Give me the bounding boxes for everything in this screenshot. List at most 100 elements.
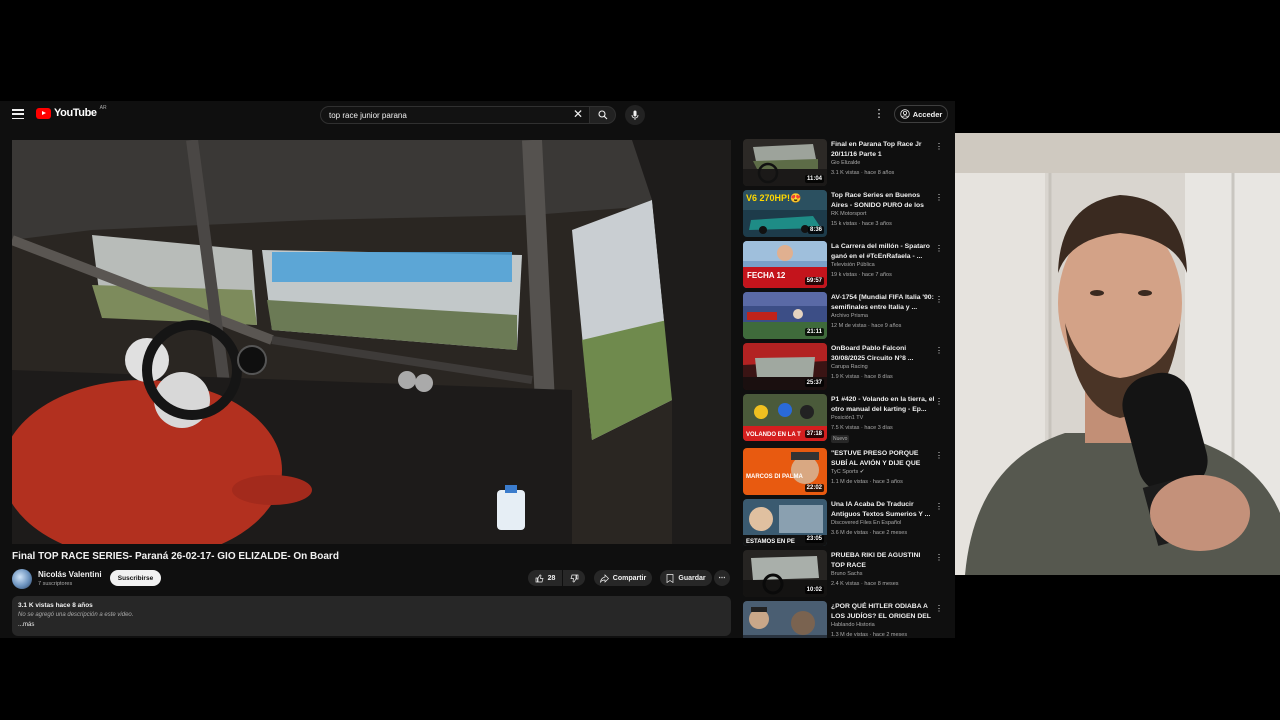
recommendation-title[interactable]: Top Race Series en Buenos Aires - SONIDO…	[831, 191, 935, 210]
channel-subscribers: 7 suscriptores	[38, 581, 73, 587]
recommendation-title[interactable]: AV-1754 [Mundial FIFA Italia '90: semifi…	[831, 293, 935, 312]
video-thumbnail[interactable]: 10:02	[743, 550, 827, 597]
recommendation-title[interactable]: Una IA Acaba De Traducir Antiguos Textos…	[831, 500, 935, 519]
thumbnail-text: V6 270HP!😍	[746, 193, 801, 203]
video-thumbnail[interactable]: 11:04	[743, 139, 827, 186]
subscribe-button[interactable]: Suscribirse	[110, 570, 161, 586]
recommendation-channel[interactable]: TyC Sports ✔	[831, 469, 864, 475]
sign-in-button[interactable]: Acceder	[894, 105, 948, 123]
logo-country: AR	[99, 105, 107, 111]
recommendation-channel[interactable]: Posición1 TV	[831, 415, 863, 421]
video-thumbnail[interactable]: ESTAMOS EN PE 23:05	[743, 499, 827, 546]
microphone-icon	[631, 110, 639, 120]
channel-name[interactable]: Nicolás Valentini	[38, 570, 102, 579]
recommendation-item[interactable]: 11:04 Final en Parana Top Race Jr 20/11/…	[743, 139, 948, 187]
video-duration: 22:02	[804, 484, 824, 492]
recommendation-menu-icon[interactable]: ⋮	[935, 396, 943, 408]
sign-in-label: Acceder	[912, 109, 943, 119]
video-thumbnail[interactable]: 21:11	[743, 292, 827, 339]
like-count: 28	[547, 574, 556, 582]
video-duration: 21:11	[804, 328, 824, 336]
youtube-play-icon	[36, 107, 51, 119]
thumbs-up-icon	[535, 574, 544, 582]
save-label: Guardar	[678, 574, 706, 582]
more-actions-icon[interactable]: ⋯	[714, 570, 730, 586]
clear-search-icon[interactable]: ✕	[571, 107, 585, 121]
logo-text: YouTube	[54, 107, 97, 119]
video-player[interactable]	[12, 140, 731, 544]
recommendation-menu-icon[interactable]: ⋮	[935, 345, 943, 357]
video-thumbnail[interactable]: FECHA 12 59:57	[743, 241, 827, 288]
recommendation-item[interactable]: FECHA 12 59:57 La Carrera del millón - S…	[743, 241, 948, 289]
video-thumbnail[interactable]: MARCOS DI PALMA 22:02	[743, 448, 827, 495]
recommendation-title[interactable]: "ESTUVE PRESO PORQUE SUBÍ AL AVIÓN Y DIJ…	[831, 449, 935, 468]
dislike-button[interactable]	[563, 570, 585, 586]
recommendation-menu-icon[interactable]: ⋮	[935, 141, 943, 153]
recommendation-channel[interactable]: Carupa Racing	[831, 364, 868, 370]
new-badge: Nuevo	[831, 435, 850, 443]
recommendation-item[interactable]: 25:37 OnBoard Pablo Falconi 30/08/2025 C…	[743, 343, 948, 391]
video-frame-cockpit	[12, 140, 731, 544]
youtube-window: YouTube AR ✕ ⋮ Acceder	[0, 101, 955, 638]
recommendation-title[interactable]: La Carrera del millón - Spataro ganó en …	[831, 242, 935, 261]
account-icon	[899, 109, 910, 119]
description-box[interactable]: 3.1 K vistas hace 8 años No se agregó un…	[12, 596, 731, 636]
recommendation-channel[interactable]: Bruno Sachs	[831, 571, 863, 577]
thumbs-down-icon	[570, 574, 578, 582]
recommendation-title[interactable]: OnBoard Pablo Falconi 30/08/2025 Circuit…	[831, 344, 935, 363]
thumbnail-history	[743, 601, 827, 638]
channel-avatar[interactable]	[12, 569, 32, 589]
recommendation-menu-icon[interactable]: ⋮	[935, 552, 943, 564]
recommendation-item[interactable]: 10:02 PRUEBA RIKI DE AGUSTINI TOP RACE B…	[743, 550, 948, 598]
recommendation-menu-icon[interactable]: ⋮	[935, 243, 943, 255]
recommendation-item[interactable]: V6 270HP!😍 8:36 Top Race Series en Bueno…	[743, 190, 948, 238]
hamburger-menu-icon[interactable]	[10, 107, 26, 121]
recommendation-menu-icon[interactable]: ⋮	[935, 450, 943, 462]
recommendation-title[interactable]: P1 #420 - Volando en la tierra, el otro …	[831, 395, 935, 414]
thumbnail-text: MARCOS DI PALMA	[746, 474, 804, 480]
recommendation-title[interactable]: PRUEBA RIKI DE AGUSTINI TOP RACE	[831, 551, 935, 570]
voice-search-button[interactable]	[625, 105, 645, 125]
search-button[interactable]	[590, 106, 616, 124]
channel-row: Nicolás Valentini 7 suscriptores Suscrib…	[12, 568, 731, 589]
video-title: Final TOP RACE SERIES- Paraná 26-02-17- …	[12, 551, 339, 562]
description-text: No se agregó una descripción a este vide…	[18, 612, 134, 618]
thumbnail-text: ESTAMOS EN PE	[746, 539, 795, 545]
bookmark-icon	[667, 573, 674, 583]
recommendation-item[interactable]: ¿POR QUÉ HITLER ODIABA A LOS JUDÍOS? EL …	[743, 601, 948, 638]
recommendation-meta: 15 k vistas · hace 3 años	[831, 221, 892, 227]
recommendation-menu-icon[interactable]: ⋮	[935, 501, 943, 513]
share-label: Compartir	[612, 574, 647, 582]
more-options-icon[interactable]: ⋮	[873, 107, 885, 121]
description-stats: 3.1 K vistas hace 8 años	[18, 602, 93, 609]
video-thumbnail[interactable]	[743, 601, 827, 638]
description-more-link[interactable]: ...más	[18, 622, 34, 628]
youtube-logo[interactable]: YouTube AR	[36, 105, 107, 119]
recommendation-title[interactable]: ¿POR QUÉ HITLER ODIABA A LOS JUDÍOS? EL …	[831, 602, 935, 621]
thumbnail-text: VOLANDO EN LA T	[746, 432, 801, 438]
share-button[interactable]: Compartir	[594, 570, 652, 586]
recommendation-item[interactable]: ESTAMOS EN PE 23:05 Una IA Acaba De Trad…	[743, 499, 948, 547]
recommendation-menu-icon[interactable]: ⋮	[935, 294, 943, 306]
recommendation-item[interactable]: MARCOS DI PALMA 22:02 "ESTUVE PRESO PORQ…	[743, 448, 948, 496]
recommendation-menu-icon[interactable]: ⋮	[935, 192, 943, 204]
video-thumbnail[interactable]: V6 270HP!😍 8:36	[743, 190, 827, 237]
video-thumbnail[interactable]: 25:37	[743, 343, 827, 390]
recommendation-channel[interactable]: Archivo Prisma	[831, 313, 868, 319]
recommendation-menu-icon[interactable]: ⋮	[935, 603, 943, 615]
save-button[interactable]: Guardar	[660, 570, 712, 586]
search-input[interactable]	[321, 110, 561, 120]
recommendation-channel[interactable]: Televisión Pública	[831, 262, 875, 268]
recommendation-channel[interactable]: Gio Elizalde	[831, 160, 860, 166]
recommendation-title[interactable]: Final en Parana Top Race Jr 20/11/16 Par…	[831, 140, 935, 159]
recommendation-channel[interactable]: Discovered Files En Español	[831, 520, 901, 526]
video-duration: 23:05	[804, 535, 824, 543]
recommendation-item[interactable]: 21:11 AV-1754 [Mundial FIFA Italia '90: …	[743, 292, 948, 340]
video-thumbnail[interactable]: VOLANDO EN LA T 37:18	[743, 394, 827, 441]
recommendation-channel[interactable]: RK Motorsport	[831, 211, 866, 217]
like-button[interactable]: 28	[528, 570, 562, 586]
video-duration: 25:37	[804, 379, 824, 387]
recommendation-channel[interactable]: Hablando Historia	[831, 622, 875, 628]
recommendation-meta: 2.4 K vistas · hace 8 meses	[831, 581, 899, 587]
recommendation-item[interactable]: VOLANDO EN LA T 37:18 P1 #420 - Volando …	[743, 394, 948, 447]
